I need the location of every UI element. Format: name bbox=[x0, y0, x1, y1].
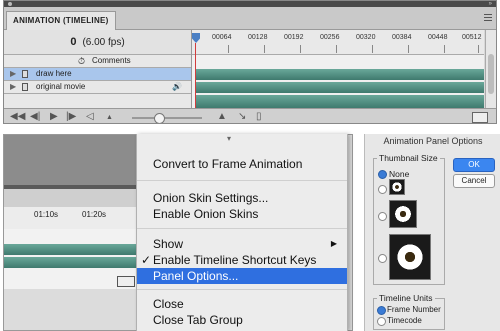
canvas-area bbox=[4, 135, 144, 185]
ruler-tick: 00128 bbox=[248, 34, 268, 41]
panel-tab-bar: ANIMATION (TIMELINE) bbox=[4, 7, 496, 30]
play-icon[interactable]: ▶ bbox=[50, 111, 58, 123]
film-icon bbox=[22, 70, 28, 78]
ruler-tick: 00320 bbox=[356, 34, 376, 41]
menu-item-onion-skin-settings[interactable]: Onion Skin Settings... bbox=[137, 190, 347, 206]
menu-separator bbox=[137, 228, 347, 229]
thumb-large-preview bbox=[389, 234, 431, 280]
layer-label: draw here bbox=[36, 69, 72, 78]
menu-item-enable-onion-skins[interactable]: Enable Onion Skins bbox=[137, 206, 347, 222]
vertical-scrollbar[interactable] bbox=[485, 30, 496, 108]
trash-icon[interactable]: ▯ bbox=[256, 111, 262, 123]
time-ruler[interactable]: 00064 00128 00192 00256 00320 00384 0044… bbox=[192, 30, 484, 55]
panel-menu-icon[interactable] bbox=[484, 14, 492, 22]
layer-track-bar[interactable] bbox=[196, 82, 484, 93]
thumbnail-size-label: Thumbnail Size bbox=[377, 153, 440, 163]
submenu-arrow-icon: ▶ bbox=[330, 239, 337, 248]
layer-track-bar[interactable] bbox=[4, 257, 139, 268]
render-video-icon[interactable]: ↘ bbox=[238, 111, 246, 123]
timecode-radio[interactable] bbox=[377, 317, 386, 326]
fps-label: (6.00 fps) bbox=[82, 37, 125, 48]
thumb-medium-radio[interactable] bbox=[378, 212, 387, 221]
menu-separator bbox=[137, 289, 347, 290]
menu-top-partial: ▾ bbox=[227, 134, 232, 143]
current-frame: 0 bbox=[70, 36, 77, 48]
ruler-tick: 00256 bbox=[320, 34, 340, 41]
frame-counter: 0 (6.00 fps) bbox=[4, 30, 191, 55]
timecode-label: Timecode bbox=[387, 316, 422, 325]
thumb-large-radio[interactable] bbox=[378, 254, 387, 263]
time-ruler[interactable]: 01:10s 01:20s bbox=[4, 207, 144, 230]
layer-track-bar[interactable] bbox=[196, 69, 484, 80]
menu-item-convert-to-frame-animation[interactable]: Convert to Frame Animation bbox=[137, 156, 347, 172]
zoom-slider-track[interactable] bbox=[132, 117, 202, 119]
menu-item-enable-timeline-shortcut-keys[interactable]: ✓ Enable Timeline Shortcut Keys bbox=[137, 252, 347, 268]
prev-frame-icon[interactable]: ◀| bbox=[30, 111, 40, 123]
playhead-line bbox=[195, 43, 196, 108]
convert-mode-button[interactable] bbox=[117, 276, 135, 287]
layer-track-bar[interactable] bbox=[196, 95, 484, 108]
film-icon bbox=[22, 83, 28, 91]
layer-partial bbox=[4, 94, 191, 108]
thumb-none-radio[interactable] bbox=[378, 170, 387, 179]
timeline-units-label: Timeline Units bbox=[377, 293, 435, 303]
scrollbar-thumb[interactable] bbox=[488, 54, 494, 94]
timeline-controls-bar: ◀◀ ◀| ▶ |▶ ◁ ▲ ▲ ↘ ▯ bbox=[4, 108, 496, 123]
thumb-small-preview bbox=[389, 179, 405, 195]
tab-animation-timeline[interactable]: ANIMATION (TIMELINE) bbox=[6, 11, 116, 30]
audio-icon[interactable]: 🔊 bbox=[172, 81, 182, 93]
menu-item-close-tab-group[interactable]: Close Tab Group bbox=[137, 312, 347, 328]
frame-number-radio[interactable] bbox=[377, 306, 386, 315]
menu-item-close[interactable]: Close bbox=[137, 296, 347, 312]
layer-label: Comments bbox=[92, 56, 131, 65]
close-icon[interactable] bbox=[8, 2, 12, 6]
zoom-out-icon[interactable]: ▲ bbox=[106, 112, 113, 123]
menu-item-panel-options[interactable]: Panel Options... bbox=[137, 268, 347, 284]
frame-number-label: Frame Number bbox=[387, 305, 441, 314]
layer-comments[interactable]: ⏱ Comments bbox=[4, 55, 191, 68]
next-frame-icon[interactable]: |▶ bbox=[66, 111, 76, 123]
ruler-tick: 00192 bbox=[284, 34, 304, 41]
dialog-title: Animation Panel Options bbox=[383, 136, 483, 146]
ok-button[interactable]: OK bbox=[453, 158, 495, 172]
layer-track-bar[interactable] bbox=[4, 244, 139, 255]
menu-item-show[interactable]: Show ▶ bbox=[137, 236, 347, 252]
timeline-panel: » ANIMATION (TIMELINE) 0 (6.00 fps) ⏱ Com… bbox=[3, 0, 497, 124]
zoom-slider-knob[interactable] bbox=[154, 113, 165, 123]
ruler-tick: 00384 bbox=[392, 34, 412, 41]
ruler-tick: 01:20s bbox=[82, 210, 107, 219]
ruler-tick: 00512 bbox=[462, 34, 482, 41]
convert-mode-button[interactable] bbox=[472, 112, 488, 123]
layer-list: 0 (6.00 fps) ⏱ Comments ▶ draw here ▶ ori… bbox=[4, 30, 192, 108]
timeline-frames-area[interactable]: 00064 00128 00192 00256 00320 00384 0044… bbox=[192, 30, 484, 108]
thumb-medium-preview bbox=[389, 200, 417, 228]
cancel-button[interactable]: Cancel bbox=[453, 174, 495, 188]
layer-label: original movie bbox=[36, 82, 86, 91]
thumb-small-radio[interactable] bbox=[378, 185, 387, 194]
stopwatch-icon[interactable]: ⏱ bbox=[78, 55, 85, 67]
layer-draw-here[interactable]: ▶ draw here bbox=[4, 68, 191, 81]
audio-mute-icon[interactable]: ◁ bbox=[86, 111, 94, 123]
checkmark-icon: ✓ bbox=[141, 253, 152, 267]
first-frame-icon[interactable]: ◀◀ bbox=[10, 111, 25, 123]
expand-triangle-icon[interactable]: ▶ bbox=[10, 81, 16, 93]
animation-panel-options-dialog: Animation Panel Options Thumbnail Size N… bbox=[364, 134, 500, 331]
expand-triangle-icon[interactable]: ▶ bbox=[10, 68, 16, 80]
panel-tab-bar bbox=[4, 189, 144, 208]
ruler-tick: 01:10s bbox=[34, 210, 59, 219]
ruler-tick: 00064 bbox=[212, 34, 232, 41]
thumb-none-label: None bbox=[389, 169, 410, 179]
ruler-tick: 00448 bbox=[428, 34, 448, 41]
panel-flyout-menu: ▾ Convert to Frame Animation Onion Skin … bbox=[136, 134, 348, 331]
playhead-handle[interactable] bbox=[192, 33, 200, 43]
layer-original-movie[interactable]: ▶ original movie 🔊 bbox=[4, 81, 191, 94]
zoom-in-icon[interactable]: ▲ bbox=[217, 111, 227, 123]
menu-separator bbox=[137, 180, 347, 181]
